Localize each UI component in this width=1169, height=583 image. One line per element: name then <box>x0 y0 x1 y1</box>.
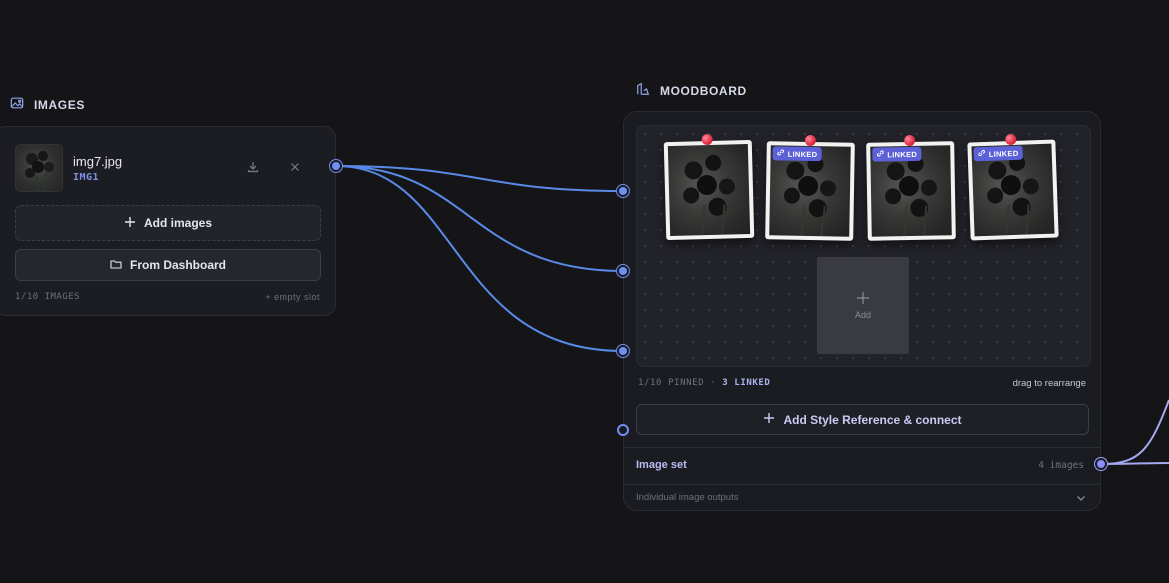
linked-badge: LINKED <box>973 145 1023 162</box>
folder-icon <box>110 258 122 273</box>
linked-badge-label: LINKED <box>988 148 1019 159</box>
images-node-header: IMAGES <box>10 96 85 113</box>
link-icon <box>777 148 785 158</box>
linked-badge-label: LINKED <box>887 149 918 159</box>
pinned-photo-linked[interactable]: LINKED <box>765 134 855 241</box>
plus-icon <box>857 291 869 306</box>
images-node[interactable]: img7.jpg IMG1 Add images From Dashboard … <box>0 126 336 316</box>
pinned-photo-linked[interactable]: LINKED <box>967 133 1059 241</box>
moodboard-node-title: MOODBOARD <box>660 83 747 98</box>
pinned-photo-linked[interactable]: LINKED <box>866 134 956 241</box>
image-thumbnail <box>15 144 63 192</box>
add-images-label: Add images <box>143 216 212 230</box>
moodboard-icon <box>636 82 650 99</box>
linked-badge: LINKED <box>872 146 922 162</box>
chevron-down-icon[interactable] <box>1075 491 1087 503</box>
close-icon[interactable] <box>285 157 305 177</box>
add-style-reference-button[interactable]: Add Style Reference & connect <box>636 404 1089 435</box>
download-icon[interactable] <box>243 157 263 177</box>
add-slot-label: Add <box>854 309 871 320</box>
add-photo-slot[interactable]: Add <box>817 257 909 354</box>
add-style-reference-label: Add Style Reference & connect <box>783 412 962 427</box>
plus-icon <box>124 216 136 231</box>
rearrange-hint: drag to rearrange <box>1012 378 1086 389</box>
pin-icon <box>804 134 816 147</box>
pin-icon <box>904 134 916 147</box>
moodboard-input-port-3[interactable] <box>617 345 629 357</box>
moodboard-input-port-2[interactable] <box>617 265 629 277</box>
image-set-output-row: Image set 4 images <box>624 447 1100 485</box>
from-dashboard-label: From Dashboard <box>129 258 226 272</box>
pinned-count: 1/10 PINNED <box>638 378 705 388</box>
individual-outputs-label[interactable]: Individual image outputs <box>636 492 738 503</box>
moodboard-input-port-1[interactable] <box>617 185 629 197</box>
image-set-count: 4 images <box>1038 460 1084 471</box>
images-node-title: IMAGES <box>34 97 85 112</box>
pin-icon <box>701 133 713 146</box>
file-name: img7.jpg <box>73 154 123 169</box>
linked-count: 3 LINKED <box>722 378 771 388</box>
moodboard-input-port-empty[interactable] <box>617 424 629 436</box>
photo-image <box>667 143 751 237</box>
image-set-output-port[interactable] <box>1095 458 1107 470</box>
moodboard-node-header: MOODBOARD <box>636 82 747 99</box>
link-icon <box>978 149 986 159</box>
moodboard-canvas[interactable]: LINKED LINKED LINKED Add <box>636 125 1091 367</box>
link-icon <box>876 149 884 159</box>
images-output-port[interactable] <box>330 160 342 172</box>
empty-slot-link[interactable]: + empty slot <box>265 292 320 302</box>
pinned-photo[interactable] <box>663 133 755 241</box>
pin-icon <box>1005 133 1017 146</box>
linked-badge: LINKED <box>772 146 822 162</box>
from-dashboard-button[interactable]: From Dashboard <box>15 249 321 281</box>
linked-badge-label: LINKED <box>787 149 818 159</box>
image-set-label: Image set <box>636 459 687 471</box>
images-count: 1/10 IMAGES <box>15 292 81 302</box>
file-id: IMG1 <box>73 172 100 183</box>
status-separator: · <box>710 378 717 388</box>
add-images-button[interactable]: Add images <box>15 205 321 241</box>
plus-icon <box>763 412 775 427</box>
moodboard-node[interactable]: LINKED LINKED LINKED Add 1/10 PINNED · 3… <box>623 111 1101 511</box>
pinned-status: 1/10 PINNED · 3 LINKED <box>638 378 770 388</box>
image-icon <box>10 96 24 113</box>
image-file-row[interactable]: img7.jpg IMG1 <box>15 144 315 192</box>
